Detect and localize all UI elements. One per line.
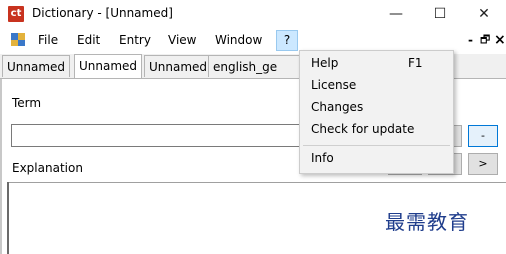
term-input[interactable] xyxy=(11,124,301,147)
help-menu-item-changes[interactable]: Changes xyxy=(311,97,363,117)
maximize-button[interactable]: ☐ xyxy=(418,0,462,28)
tab-unnamed-3[interactable]: Unnamed xyxy=(144,55,213,77)
minimize-button[interactable]: — xyxy=(374,0,418,28)
explanation-area-edge xyxy=(7,182,9,254)
menu-file[interactable]: File xyxy=(38,31,58,49)
tab-english-ge[interactable]: english_ge xyxy=(208,55,300,77)
document-menu-icon[interactable] xyxy=(11,33,25,46)
mdi-restore-button[interactable]: 🗗 xyxy=(480,31,490,49)
mdi-minimize-button[interactable]: - xyxy=(468,31,473,49)
help-menu-item-check-for-update[interactable]: Check for update xyxy=(311,119,414,139)
help-menu-shortcut-f1: F1 xyxy=(408,56,423,70)
close-button[interactable]: ✕ xyxy=(462,0,506,28)
tab-unnamed-1[interactable]: Unnamed xyxy=(2,55,71,77)
term-label: Term xyxy=(12,96,42,110)
help-menu-item-license[interactable]: License xyxy=(311,75,356,95)
menu-window[interactable]: Window xyxy=(215,31,262,49)
tab-unnamed-2[interactable]: Unnamed xyxy=(74,54,143,78)
mdi-close-button[interactable]: × xyxy=(494,31,506,49)
menu-entry[interactable]: Entry xyxy=(119,31,151,49)
app-icon: ct xyxy=(8,6,24,22)
next-button[interactable]: > xyxy=(468,153,498,175)
menu-help[interactable]: ? xyxy=(276,30,298,51)
watermark-text: 最需教育 xyxy=(385,210,469,234)
menu-view[interactable]: View xyxy=(168,31,196,49)
explanation-label: Explanation xyxy=(12,161,83,175)
help-menu-item-help[interactable]: Help xyxy=(311,53,338,73)
window-title: Dictionary - [Unnamed] xyxy=(32,6,173,20)
remove-term-button[interactable]: - xyxy=(468,125,498,147)
help-menu-item-info[interactable]: Info xyxy=(311,148,334,168)
menu-separator xyxy=(303,145,450,146)
menu-edit[interactable]: Edit xyxy=(77,31,100,49)
